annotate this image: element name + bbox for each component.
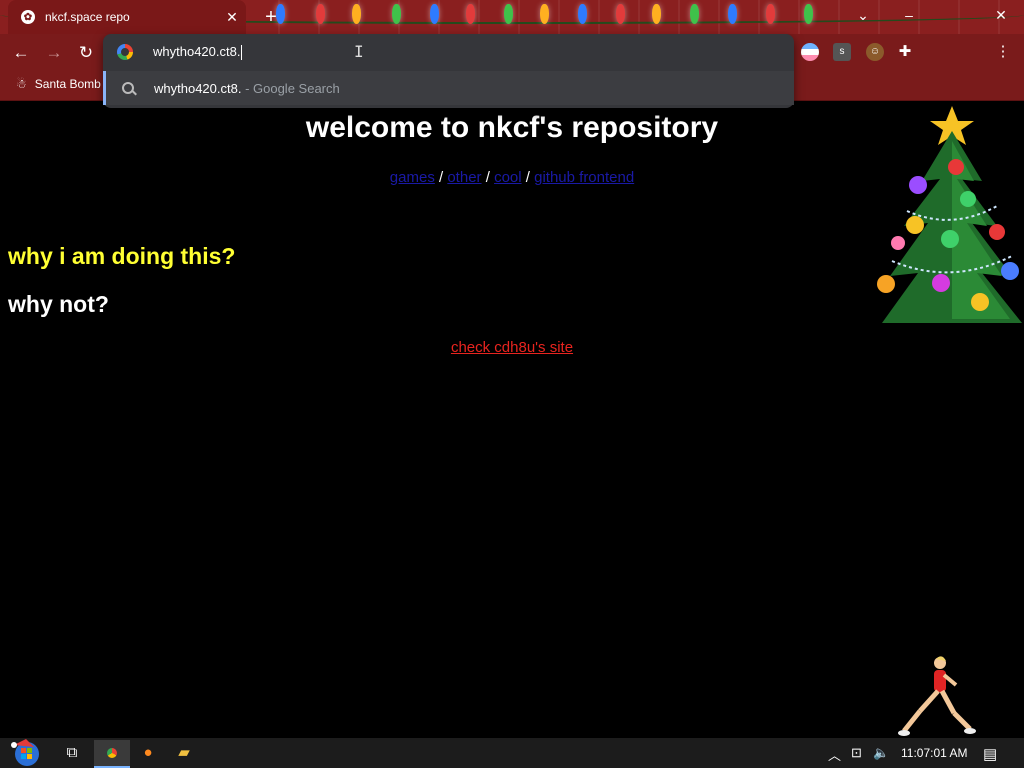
windows-taskbar: ⧉ ● ▰ ︿ ⊡ 🔈 11:07:01 AM ▤ [0,738,1024,768]
task-view-icon[interactable]: ⧉ [60,742,84,764]
suggestion-query: whytho420.ct8. [154,81,242,96]
link-separator: / [434,169,448,186]
bulb-decoration [316,4,325,24]
file-explorer-icon[interactable]: ▰ [172,742,196,764]
bulb-decoration [652,4,661,24]
bulb-decoration [352,4,361,24]
page-content: welcome to nkcf's repository games / oth… [0,101,1024,738]
bulb-decoration [766,4,775,24]
link-github-frontend[interactable]: github frontend [534,169,634,186]
link-separator: / [521,169,535,186]
tab-favicon-icon: ✿ [21,10,35,24]
google-g-icon [117,44,133,60]
extension-flag-icon[interactable] [801,43,819,61]
search-icon [122,82,134,94]
suggestion-text: whytho420.ct8. - Google Search [154,81,340,96]
christmas-tree-icon [877,106,1022,323]
network-icon[interactable]: ⊡ [851,745,862,761]
site-link-container: check cdh8u's site [0,339,1024,356]
tray-chevron-up-icon[interactable]: ︿ [828,745,841,764]
forward-arrow-icon[interactable]: → [43,42,65,64]
omnibox-dropdown: whytho420.ct8. I whytho420.ct8. - Google… [103,34,794,108]
bulb-decoration [728,4,737,24]
bulb-decoration [430,4,439,24]
cdh8u-site-link[interactable]: check cdh8u's site [451,339,573,356]
santa-bookmark-icon: ☃ [16,77,27,91]
back-arrow-icon[interactable]: ← [10,42,32,64]
extensions-puzzle-icon[interactable]: ✚ [896,43,914,61]
link-separator: / [481,169,495,186]
chrome-taskbar-icon[interactable] [94,740,130,768]
bookmark-label: Santa Bomb [34,77,101,91]
bulb-decoration [804,4,813,24]
link-other[interactable]: other [447,169,481,186]
suggestion-hint: - Google Search [241,81,340,96]
browser-tab-active[interactable]: ✿ nkcf.space repo ✕ [8,0,246,34]
link-games[interactable]: games [390,169,435,186]
bulb-decoration [578,4,587,24]
close-window-icon[interactable]: ✕ [981,0,1021,30]
taskbar-clock[interactable]: 11:07:01 AM [901,746,968,760]
tab-search-chevron-icon[interactable]: ⌄ [843,0,883,30]
notifications-icon[interactable]: ▤ [983,745,997,763]
address-bar[interactable]: whytho420.ct8. I [103,34,794,70]
link-cool[interactable]: cool [494,169,522,186]
reload-icon[interactable]: ↻ [75,42,97,64]
address-input[interactable]: whytho420.ct8. [153,44,243,61]
bulb-decoration [392,4,401,24]
bulb-decoration [690,4,699,24]
kebab-menu-icon[interactable]: ⋮ [994,43,1012,61]
tab-close-icon[interactable]: ✕ [224,9,240,25]
new-tab-icon[interactable]: + [261,7,281,27]
heading-answer: why not? [8,291,109,317]
text-caret [241,45,243,61]
minimize-icon[interactable]: – [889,0,929,30]
bulb-decoration [540,4,549,24]
heading-question: why i am doing this? [8,243,236,269]
ibeam-cursor-icon: I [354,42,364,61]
volume-icon[interactable]: 🔈 [873,745,889,761]
browser-titlebar: ✿ nkcf.space repo ✕ + ⌄ – ✕ [0,0,1024,34]
bulb-decoration [616,4,625,24]
firefox-taskbar-icon[interactable]: ● [136,742,160,764]
omnibox-suggestion[interactable]: whytho420.ct8. - Google Search [103,71,794,105]
profile-avatar-icon[interactable]: ☺ [866,43,884,61]
dancer-figure-icon [898,656,976,736]
bookmark-item[interactable]: ☃ Santa Bomb [16,77,101,91]
bulb-decoration [504,4,513,24]
tab-title: nkcf.space repo [45,10,130,24]
address-input-value: whytho420.ct8. [153,44,241,59]
start-orb-icon[interactable] [10,739,44,767]
extension-s-icon[interactable]: s [833,43,851,61]
bulb-decoration [466,4,475,24]
